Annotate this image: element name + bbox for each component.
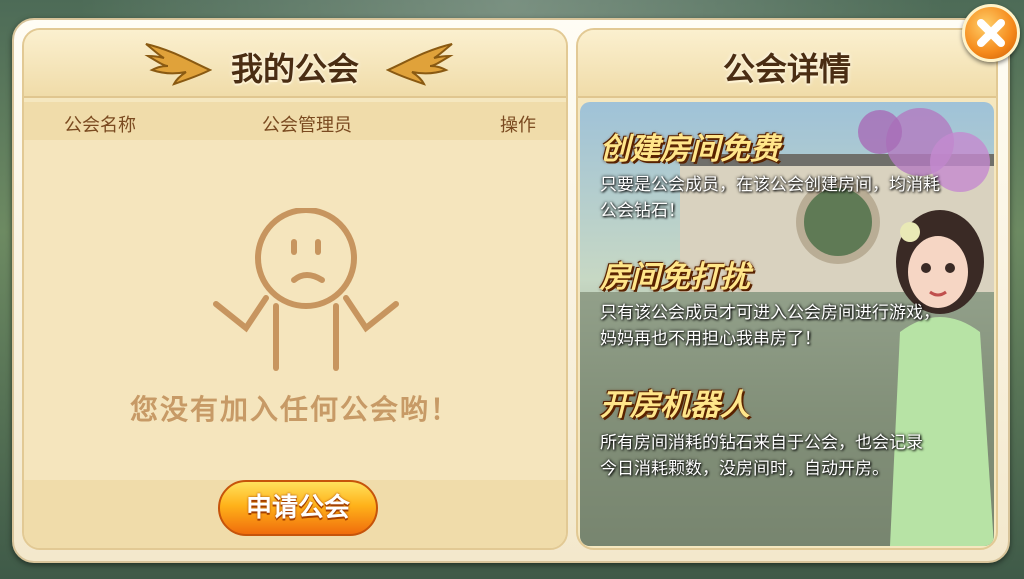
guild-details-title: 公会详情 — [722, 50, 851, 88]
column-guild-admin: 公会管理员 — [262, 115, 352, 136]
feature-robot-title: 开房机器人 — [600, 388, 750, 423]
feature-robot-line-2: 今日消耗颗数，没房间时，自动开房。 — [600, 459, 889, 479]
feature-robot-line-1: 所有房间消耗的钻石来自于公会，也会记录 — [600, 433, 923, 453]
close-icon — [977, 19, 1005, 47]
shrug-face-icon — [213, 208, 399, 371]
feature-no-disturb-line-2: 妈妈再也不用担心我串房了！ — [600, 329, 821, 349]
apply-guild-button[interactable]: 申请公会 — [218, 480, 378, 536]
guild-details-header: 公会详情 — [578, 30, 996, 98]
guild-table-header: 公会名称 公会管理员 操作 — [24, 102, 566, 140]
feature-free-room-desc: 只要是公会成员，在该公会创建房间，均消耗 公会钻石！ — [600, 172, 960, 224]
my-guild-header: 我的公会 — [24, 30, 566, 98]
feature-free-room-title: 创建房间免费 — [600, 132, 780, 167]
my-guild-panel: 我的公会 公会名称 公会管理员 操作 您没有加入任何公会哟！ 申请公会 — [22, 28, 568, 550]
golden-wing-icon — [386, 43, 454, 86]
column-guild-name: 公会名称 — [64, 115, 136, 136]
close-button[interactable] — [962, 4, 1020, 62]
feature-free-room-line-2: 公会钻石！ — [600, 201, 685, 221]
my-guild-title: 我的公会 — [230, 50, 359, 88]
feature-robot-desc: 所有房间消耗的钻石来自于公会，也会记录 今日消耗颗数，没房间时，自动开房。 — [600, 430, 960, 482]
feature-no-disturb-desc: 只有该公会成员才可进入公会房间进行游戏， 妈妈再也不用担心我串房了！ — [600, 300, 960, 352]
feature-free-room-line-1: 只要是公会成员，在该公会创建房间，均消耗 — [600, 175, 940, 195]
feature-no-disturb-title: 房间免打扰 — [600, 260, 750, 295]
empty-guild-message: 您没有加入任何公会哟！ — [129, 393, 460, 426]
guild-details-panel: 公会详情 创建房间免费 只要是公会成员，在该公会创建房间，均消耗 公会钻石！ 房… — [576, 28, 998, 550]
column-actions: 操作 — [500, 115, 536, 136]
guild-details-illustration: 创建房间免费 只要是公会成员，在该公会创建房间，均消耗 公会钻石！ 房间免打扰 … — [580, 102, 994, 546]
feature-no-disturb-line-1: 只有该公会成员才可进入公会房间进行游戏， — [600, 303, 940, 323]
